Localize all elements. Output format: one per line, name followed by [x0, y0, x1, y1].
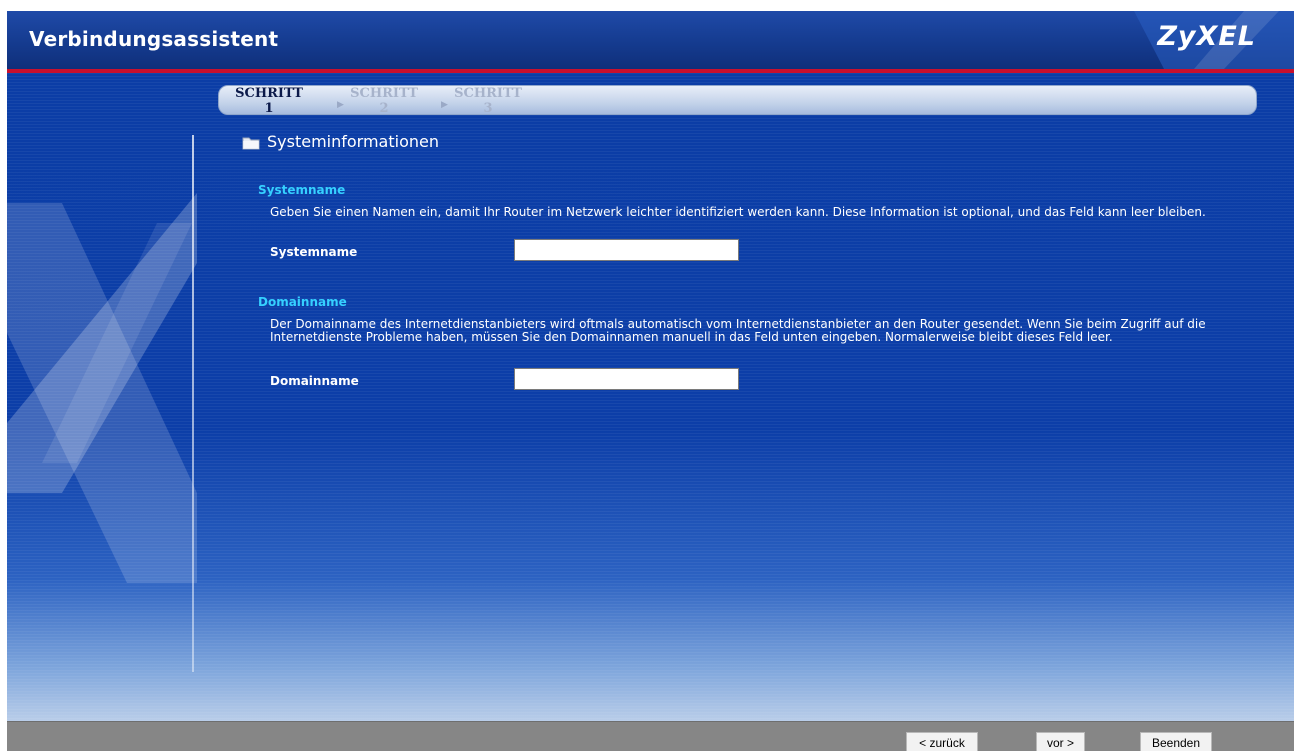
step-indicator: SCHRITT 1 ▶ SCHRITT 2 ▶ SCHRITT 3: [218, 85, 1257, 116]
background-stripes: [7, 73, 1294, 721]
x-watermark-icon: [7, 193, 197, 583]
step-3-label: SCHRITT: [454, 86, 522, 101]
systemname-description: Geben Sie einen Namen ein, damit Ihr Rou…: [270, 205, 1206, 219]
systemname-input[interactable]: [514, 239, 739, 261]
section-title: Systeminformationen: [267, 132, 439, 151]
domainname-label: Domainname: [270, 374, 359, 388]
step-2-number: 2: [379, 101, 389, 116]
finish-button[interactable]: Beenden: [1140, 732, 1212, 751]
wizard-title: Verbindungsassistent: [29, 27, 279, 51]
header-bar: Verbindungsassistent ZyXEL: [7, 11, 1294, 69]
domainname-heading: Domainname: [258, 295, 347, 309]
back-button[interactable]: < zurück: [906, 732, 978, 751]
sidebar-divider: [192, 135, 194, 672]
wizard-window: Verbindungsassistent ZyXEL SCHRITT 1 ▶ S…: [7, 11, 1294, 751]
zyxel-logo: ZyXEL: [1157, 21, 1256, 52]
systemname-label: Systemname: [270, 245, 358, 259]
next-button[interactable]: vor >: [1036, 732, 1085, 751]
step-2-label: SCHRITT: [350, 86, 418, 101]
domainname-description: Der Domainname des Internetdienstanbiete…: [270, 317, 1206, 344]
step-separator-icon: ▶: [337, 100, 344, 110]
step-separator-icon: ▶: [441, 100, 448, 110]
step-3-number: 3: [483, 101, 493, 116]
step-1-number: 1: [264, 101, 274, 116]
step-3: SCHRITT 3: [448, 86, 528, 116]
footer-bar: < zurück vor > Beenden: [7, 721, 1294, 751]
step-2: SCHRITT 2: [344, 86, 424, 116]
wizard-content: SCHRITT 1 ▶ SCHRITT 2 ▶ SCHRITT 3 System…: [7, 73, 1294, 721]
step-1: SCHRITT 1: [229, 86, 309, 116]
step-1-label: SCHRITT: [235, 86, 303, 101]
domainname-input[interactable]: [514, 368, 739, 390]
systemname-heading: Systemname: [258, 183, 346, 197]
folder-icon: [242, 137, 260, 150]
